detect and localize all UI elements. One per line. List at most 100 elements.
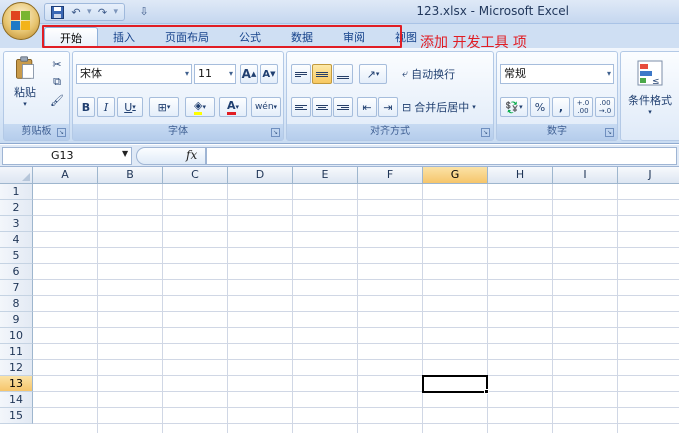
align-top-button[interactable] [291,64,311,84]
alignment-launcher-icon[interactable]: ↘ [481,128,490,137]
row-header-3[interactable]: 3 [0,216,33,232]
row-header-6[interactable]: 6 [0,264,33,280]
insert-function-icon[interactable]: fx [186,148,197,162]
decrease-decimal-sub-label: →.0 [598,107,612,115]
paste-dropdown-icon: ▾ [23,100,27,108]
percent-style-button[interactable]: % [530,97,550,117]
column-header-j[interactable]: J [618,167,679,184]
borders-button[interactable]: ⊞ ▾ [149,97,179,117]
fill-color-button[interactable]: ◈ ▾ [185,97,215,117]
column-header-h[interactable]: H [488,167,553,184]
increase-decimal-label: +.0 [576,99,590,107]
column-header-g[interactable]: G [423,167,488,184]
column-header-i[interactable]: I [553,167,618,184]
align-center-icon [316,104,328,111]
merge-center-button[interactable]: ⊟ 合并后居中 ▾ [401,97,491,117]
row-header-2[interactable]: 2 [0,200,33,216]
row-header-8[interactable]: 8 [0,296,33,312]
font-size-combo[interactable]: 11 ▾ [194,64,236,84]
gridline-horizontal [33,327,679,328]
increase-decimal-button[interactable]: +.0.00 [573,97,593,117]
gridline-horizontal [33,247,679,248]
row-header-10[interactable]: 10 [0,328,33,344]
gridline-vertical [487,184,488,433]
row-header-11[interactable]: 11 [0,344,33,360]
font-name-combo[interactable]: 宋体 ▾ [76,64,192,84]
row-header-1[interactable]: 1 [0,184,33,200]
clipboard-launcher-icon[interactable]: ↘ [57,128,66,137]
shrink-font-button[interactable]: A ▼ [260,64,278,84]
underline-button[interactable]: U ▾ [117,97,143,117]
paste-button[interactable]: 粘贴 ▾ [7,55,43,109]
align-left-icon [295,104,307,111]
cut-icon[interactable]: ✂ [48,56,66,72]
spreadsheet-grid[interactable]: A B C D E F G H I J 1 2 3 4 5 6 7 8 9 10 11 12 13 14 15 [0,167,679,433]
font-color-button[interactable]: A ▾ [219,97,247,117]
decrease-indent-button[interactable]: ⇤ [357,97,377,117]
underline-label: U [124,100,133,114]
gridline-vertical [162,184,163,433]
conditional-format-icon: ≤ [637,60,663,86]
column-header-b[interactable]: B [98,167,163,184]
shrink-font-label: A [262,68,271,80]
gridline-horizontal [33,343,679,344]
align-bottom-button[interactable] [333,64,353,84]
row-header-4[interactable]: 4 [0,232,33,248]
increase-indent-button[interactable]: ⇥ [378,97,398,117]
paste-label: 粘贴 [14,86,36,99]
number-format-combo[interactable]: 常规 ▾ [500,64,614,84]
decrease-indent-icon: ⇤ [362,100,372,114]
gridline-vertical [227,184,228,433]
row-header-5[interactable]: 5 [0,248,33,264]
align-right-button[interactable] [333,97,353,117]
orientation-button[interactable]: ↗ ▾ [359,64,387,84]
row-header-13[interactable]: 13 [0,376,33,392]
office-button[interactable] [2,2,40,40]
gridline-vertical [617,184,618,433]
format-painter-icon[interactable]: 🖌 [48,92,66,108]
wrap-text-button[interactable]: ⤶ 自动换行 [401,64,491,84]
font-launcher-icon[interactable]: ↘ [271,128,280,137]
accounting-format-button[interactable]: 💱 ▾ [500,97,528,117]
row-header-15[interactable]: 15 [0,408,33,424]
column-header-c[interactable]: C [163,167,228,184]
align-center-button[interactable] [312,97,332,117]
decrease-decimal-label: .00 [599,99,611,107]
column-header-e[interactable]: E [293,167,358,184]
decrease-decimal-button[interactable]: .00 →.0 [595,97,615,117]
italic-button[interactable]: I [97,97,115,117]
column-header-d[interactable]: D [228,167,293,184]
font-size-value: 11 [198,67,212,80]
name-box-dropdown-icon[interactable]: ▼ [122,149,128,158]
clipboard-group: 粘贴 ▾ ✂ ⧉ 🖌 剪贴板 ↘ [3,51,70,141]
conditional-format-button[interactable]: ≤ 条件格式 ▾ [623,55,677,121]
fill-handle[interactable] [484,389,489,394]
column-header-a[interactable]: A [33,167,98,184]
conditional-format-label: 条件格式 [628,94,672,107]
phonetic-button[interactable]: wén ▾ [251,97,281,117]
column-header-f[interactable]: F [358,167,423,184]
row-header-7[interactable]: 7 [0,280,33,296]
fill-color-icon: ◈ [194,99,203,115]
font-name-dropdown-icon: ▾ [184,69,189,78]
active-cell[interactable] [422,375,488,393]
align-middle-button[interactable] [312,64,332,84]
comma-style-button[interactable]: , [552,97,570,117]
select-all-corner[interactable] [0,167,33,184]
formula-input[interactable] [206,147,677,165]
wrap-text-label: 自动换行 [411,68,456,81]
name-box[interactable]: G13 [2,147,132,165]
paste-icon [16,56,34,79]
bold-button[interactable]: B [77,97,95,117]
row-header-12[interactable]: 12 [0,360,33,376]
grow-font-button[interactable]: A ▲ [240,64,258,84]
number-launcher-icon[interactable]: ↘ [605,128,614,137]
increase-decimal-sub-label: .00 [577,107,589,115]
row-header-14[interactable]: 14 [0,392,33,408]
phonetic-label: wén [254,102,274,112]
copy-icon[interactable]: ⧉ [48,74,66,90]
row-header-9[interactable]: 9 [0,312,33,328]
align-left-button[interactable] [291,97,311,117]
gridline-vertical [552,184,553,433]
gridline-horizontal [33,359,679,360]
